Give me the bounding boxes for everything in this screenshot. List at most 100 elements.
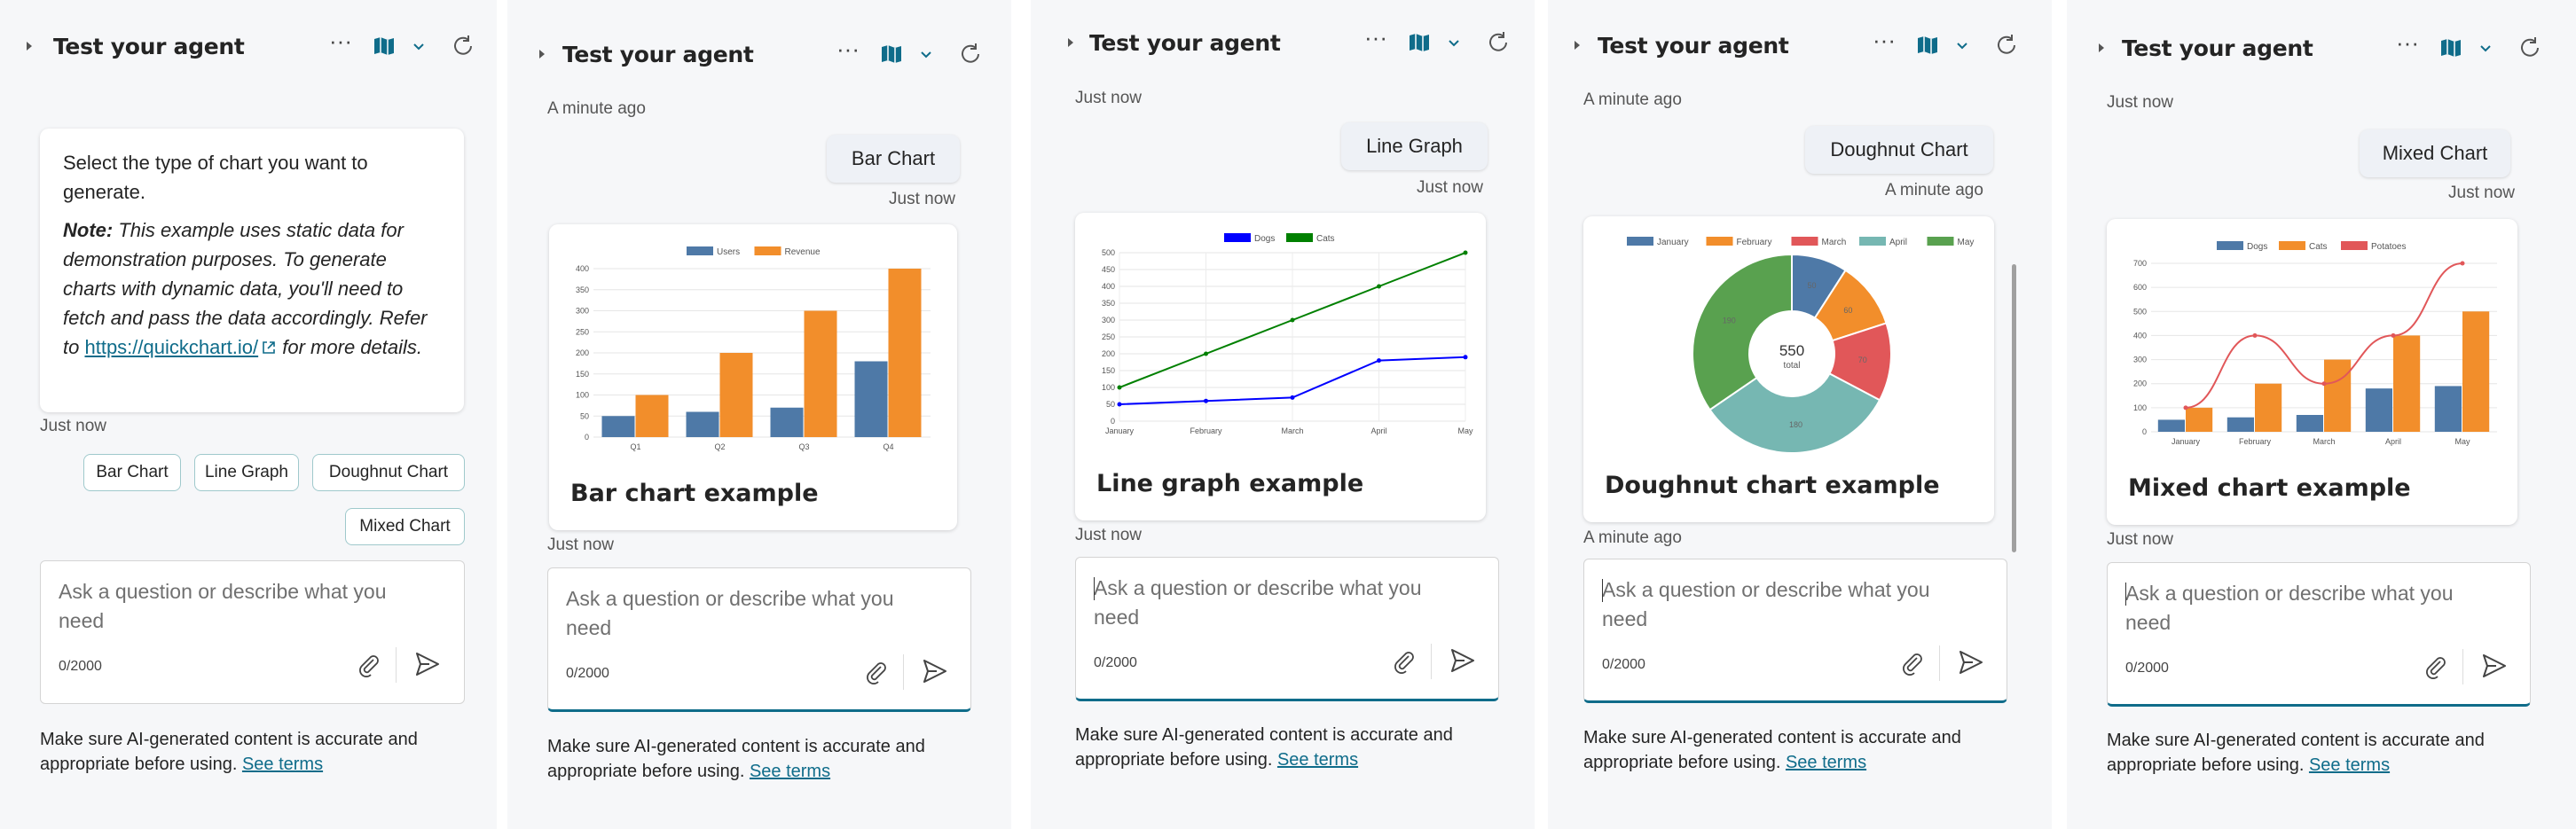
chat-input-box[interactable]: Ask a question or describe what you need…: [547, 567, 971, 712]
map-icon[interactable]: [1916, 35, 1939, 56]
chat-input-box[interactable]: Ask a question or describe what you need…: [40, 560, 465, 704]
see-terms-link[interactable]: See terms: [750, 762, 830, 781]
y-tick-label: 150: [1102, 366, 1115, 375]
send-icon[interactable]: [1449, 646, 1477, 675]
scrollbar[interactable]: [2012, 264, 2016, 552]
chevron-down-icon[interactable]: [1447, 35, 1461, 50]
chart-card: Dogs Cats 0 50 100 150 200 250 300 350 400 450 500 Ja…: [1075, 213, 1486, 520]
map-icon[interactable]: [373, 35, 396, 57]
char-counter: 0/2000: [1602, 657, 1645, 672]
note-label: Note:: [63, 219, 114, 241]
collapse-caret-icon[interactable]: [27, 42, 32, 51]
legend-label: Revenue: [785, 247, 821, 257]
char-counter: 0/2000: [2125, 661, 2169, 676]
map-icon[interactable]: [2439, 37, 2462, 59]
data-point: [2391, 332, 2396, 338]
bar: [770, 407, 804, 437]
data-point: [1377, 358, 1381, 364]
timestamp: A minute ago: [1583, 528, 1682, 547]
paperclip-icon[interactable]: [863, 659, 890, 685]
bar: [2157, 419, 2185, 432]
option-bar-chart[interactable]: Bar Chart: [83, 454, 181, 491]
external-link-icon: [263, 341, 275, 354]
bar: [804, 310, 837, 437]
see-terms-link[interactable]: See terms: [242, 755, 323, 774]
data-point: [1204, 398, 1208, 403]
more-options-icon[interactable]: ···: [1363, 26, 1388, 53]
timestamp: Just now: [2107, 530, 2173, 549]
map-icon[interactable]: [880, 43, 903, 65]
more-options-icon[interactable]: ···: [2395, 31, 2420, 59]
refresh-icon[interactable]: [2517, 35, 2542, 60]
x-tick-label: April: [1370, 426, 1386, 435]
send-icon[interactable]: [413, 650, 442, 678]
input-placeholder: Ask a question or describe what you need: [59, 580, 387, 632]
data-point: [1204, 351, 1208, 356]
divider: [396, 647, 397, 683]
chevron-down-icon[interactable]: [2478, 41, 2493, 55]
timestamp: A minute ago: [547, 99, 646, 118]
option-mixed-chart[interactable]: Mixed Chart: [345, 508, 465, 545]
y-tick-label: 300: [576, 307, 589, 316]
header-title: Test your agent: [1598, 32, 1789, 59]
chat-input-box[interactable]: Ask a question or describe what you need…: [1075, 557, 1499, 701]
panel-mixed-chart: Test your agent ··· Just now Mixed Chart…: [2067, 0, 2576, 829]
option-doughnut-chart[interactable]: Doughnut Chart: [312, 454, 465, 491]
more-options-icon[interactable]: ···: [836, 37, 860, 65]
see-terms-link[interactable]: See terms: [2309, 755, 2390, 775]
card-title: Line graph example: [1096, 470, 1364, 497]
bar: [601, 416, 635, 437]
more-options-icon[interactable]: ···: [1872, 28, 1897, 56]
map-icon[interactable]: [1408, 32, 1431, 53]
bot-message: Select the type of chart you want to gen…: [40, 129, 464, 412]
see-terms-link[interactable]: See terms: [1786, 753, 1866, 772]
bar: [2227, 417, 2254, 432]
paperclip-icon[interactable]: [1391, 648, 1418, 675]
chart-card: Users Revenue 0 50 100 150 200 250 300 350 400 Q1 Q2…: [549, 224, 957, 530]
bar: [2434, 386, 2462, 432]
chat-input-box[interactable]: Ask a question or describe what you need…: [2107, 562, 2531, 707]
option-line-graph[interactable]: Line Graph: [194, 454, 299, 491]
timestamp: Just now: [547, 536, 614, 554]
refresh-icon[interactable]: [451, 34, 475, 59]
disclaimer: Make sure AI-generated content is accura…: [40, 727, 466, 777]
x-tick-label: Q1: [630, 442, 640, 451]
see-terms-link[interactable]: See terms: [1277, 750, 1358, 770]
collapse-caret-icon[interactable]: [539, 50, 545, 59]
chat-input-box[interactable]: Ask a question or describe what you need…: [1583, 559, 2007, 703]
chevron-down-icon[interactable]: [412, 39, 426, 53]
chevron-down-icon[interactable]: [1955, 38, 1969, 52]
paperclip-icon[interactable]: [356, 652, 382, 678]
collapse-caret-icon[interactable]: [2099, 43, 2104, 52]
legend-label: Potatoes: [2371, 242, 2406, 252]
timestamp: Just now: [2107, 93, 2173, 112]
send-icon[interactable]: [1957, 648, 1985, 676]
y-tick-label: 250: [1102, 332, 1115, 341]
more-options-icon[interactable]: ···: [328, 29, 353, 57]
doughnut-chart: January February March April May 50 60 70 180 190…: [1627, 237, 1974, 454]
collapse-caret-icon[interactable]: [1575, 41, 1580, 50]
disclaimer: Make sure AI-generated content is accura…: [547, 734, 973, 784]
y-tick-label: 100: [1102, 383, 1115, 392]
center-total-label: total: [1784, 361, 1801, 371]
x-tick-label: January: [1105, 426, 1135, 435]
send-icon[interactable]: [2480, 652, 2509, 680]
header: Test your agent ···: [0, 28, 497, 64]
collapse-caret-icon[interactable]: [1068, 38, 1073, 47]
refresh-icon[interactable]: [1486, 30, 1511, 55]
quickchart-link[interactable]: https://quickchart.io/: [84, 336, 258, 358]
refresh-icon[interactable]: [1994, 33, 2019, 58]
refresh-icon[interactable]: [958, 42, 983, 66]
input-placeholder: Ask a question or describe what you need: [2125, 582, 2454, 634]
chevron-down-icon[interactable]: [919, 47, 933, 61]
disclaimer-text: Make sure AI-generated content is accura…: [40, 730, 418, 774]
paperclip-icon[interactable]: [1899, 650, 1926, 676]
text-caret: [1094, 577, 1095, 600]
y-tick-label: 250: [576, 327, 589, 336]
data-point: [1290, 317, 1295, 323]
send-icon[interactable]: [921, 657, 949, 685]
header-title: Test your agent: [1089, 29, 1281, 56]
legend-swatch: [754, 246, 781, 255]
timestamp: Just now: [2448, 184, 2515, 202]
paperclip-icon[interactable]: [2423, 653, 2449, 680]
